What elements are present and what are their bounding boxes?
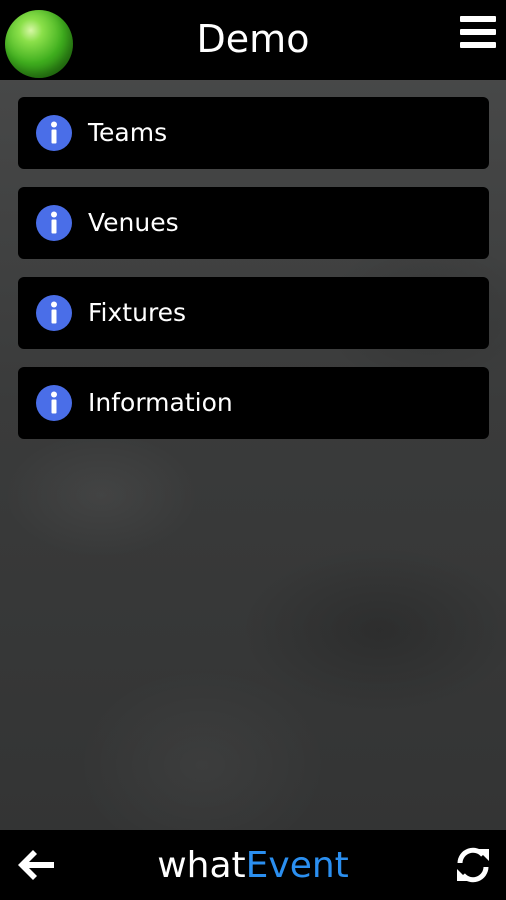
hamburger-menu-button[interactable]: [460, 14, 496, 50]
brand-text-event: Event: [245, 845, 349, 886]
info-icon: [36, 295, 72, 331]
brand-logo: whatEvent: [0, 844, 506, 888]
menu-item-label: Information: [88, 388, 233, 417]
menu-item-teams[interactable]: Teams: [18, 97, 489, 169]
menu-item-label: Teams: [88, 118, 168, 147]
page-title: Demo: [196, 17, 310, 61]
refresh-icon: [457, 847, 489, 883]
main-menu-list: Teams Venues Fixtures Information: [18, 97, 489, 457]
hamburger-menu-icon: [460, 16, 496, 48]
menu-item-venues[interactable]: Venues: [18, 187, 489, 259]
refresh-button[interactable]: [454, 846, 492, 884]
info-icon: [36, 385, 72, 421]
menu-item-label: Fixtures: [88, 298, 187, 327]
menu-item-information[interactable]: Information: [18, 367, 489, 439]
app-footer: whatEvent: [0, 830, 506, 900]
brand-text-what: what: [157, 845, 246, 886]
info-icon: [36, 115, 72, 151]
app-header: Demo: [0, 0, 506, 80]
menu-item-fixtures[interactable]: Fixtures: [18, 277, 489, 349]
menu-item-label: Venues: [88, 208, 179, 237]
info-icon: [36, 205, 72, 241]
